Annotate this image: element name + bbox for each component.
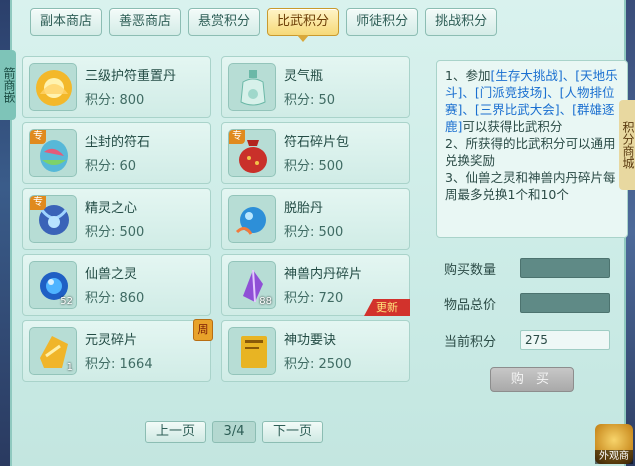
prev-page-button[interactable]: 上一页	[145, 421, 207, 443]
pagination: 上一页 3/4 下一页	[145, 421, 324, 443]
item-name: 元灵碎片	[85, 333, 138, 348]
orb-icon: 52	[29, 261, 77, 309]
gem-egg-icon: 专	[29, 129, 77, 177]
rules-panel: 1、参加[生存大挑战]、[天地乐斗]、[门派竞技场]、[人物排位赛]、[三界比武…	[436, 60, 628, 238]
item-name: 灵气瓶	[284, 69, 324, 84]
item-price: 积分: 1664	[85, 357, 153, 372]
current-points-row: 当前积分 275	[444, 330, 610, 350]
current-points-value: 275	[520, 330, 610, 350]
exclusive-badge: 专	[30, 196, 46, 210]
exclusive-badge: 专	[30, 130, 46, 144]
next-page-button[interactable]: 下一页	[262, 421, 324, 443]
side-tab-right[interactable]: 积分商城	[619, 100, 635, 190]
quantity-label: 购买数量	[444, 262, 497, 278]
item-card-spirit-heart[interactable]: 专 精灵之心 积分: 500	[22, 188, 211, 250]
tab-tournament-points[interactable]: 比武积分	[267, 8, 340, 42]
item-price: 积分: 720	[284, 291, 344, 306]
quantity-input[interactable]	[520, 258, 610, 278]
item-card-spirit-bottle[interactable]: 灵气瓶 积分: 50	[221, 56, 410, 118]
item-name: 尘封的符石	[85, 135, 151, 150]
weekly-badge: 周	[193, 319, 213, 341]
item-card-level3-reset-pill[interactable]: 三级护符重置丹 积分: 800	[22, 56, 211, 118]
item-name: 脱胎丹	[284, 201, 324, 216]
page-indicator: 3/4	[212, 421, 257, 443]
total-price-label: 物品总价	[444, 297, 497, 313]
side-tab-left[interactable]: 箭商嵌	[0, 50, 16, 120]
rule-2: 2、所获得的比武积分可以通用兑换奖励	[445, 136, 616, 168]
blue-orb-icon	[228, 195, 276, 243]
item-count: 1	[66, 362, 73, 373]
item-name: 精灵之心	[85, 201, 138, 216]
quantity-row: 购买数量	[444, 258, 610, 278]
shop-panel: 副本商店 善恶商店 悬赏积分 比武积分 师徒积分 挑战积分 三级护符重置丹 积分…	[10, 0, 628, 466]
item-price: 积分: 500	[85, 225, 145, 240]
item-name: 仙兽之灵	[85, 267, 138, 282]
rule-1-prefix: 1、参加	[445, 68, 491, 83]
appearance-shop-label: 外观商	[595, 450, 633, 464]
item-count: 52	[60, 296, 73, 307]
tab-bar: 副本商店 善恶商店 悬赏积分 比武积分 师徒积分 挑战积分	[30, 8, 498, 42]
item-card-immortal-beast-spirit[interactable]: 52 仙兽之灵 积分: 860	[22, 254, 211, 316]
exclusive-badge: 专	[229, 130, 245, 144]
spirit-heart-icon: 专	[29, 195, 77, 243]
item-price: 积分: 500	[284, 159, 344, 174]
gold-shard-icon: 1	[29, 327, 77, 375]
book-icon	[228, 327, 276, 375]
item-card-sealed-rune[interactable]: 专 尘封的符石 积分: 60	[22, 122, 211, 184]
current-points-label: 当前积分	[444, 334, 497, 350]
item-price: 积分: 800	[85, 93, 145, 108]
item-count: 88	[259, 296, 272, 307]
item-price: 积分: 860	[85, 291, 145, 306]
new-ribbon: 更新	[364, 299, 410, 316]
item-name: 神功要诀	[284, 333, 337, 348]
appearance-shop-icon[interactable]: 外观商	[595, 424, 633, 464]
total-price-row: 物品总价	[444, 293, 610, 313]
total-price-value	[520, 293, 610, 313]
item-price: 积分: 500	[284, 225, 344, 240]
tab-bounty-points[interactable]: 悬赏积分	[188, 8, 261, 36]
red-bag-icon: 专	[228, 129, 276, 177]
tab-challenge-points[interactable]: 挑战积分	[425, 8, 498, 36]
item-card-primal-spirit-fragment[interactable]: 1 元灵碎片 积分: 1664 周	[22, 319, 213, 382]
rule-1-suffix: 可以获得比武积分	[462, 119, 563, 134]
item-price: 积分: 60	[85, 159, 137, 174]
item-price: 积分: 2500	[284, 357, 352, 372]
item-name: 神兽内丹碎片	[284, 267, 363, 282]
buy-button[interactable]: 购 买	[490, 367, 574, 392]
crystal-icon: 88	[228, 261, 276, 309]
rule-3: 3、仙兽之灵和神兽内丹碎片每周最多兑换1个和10个	[445, 170, 616, 202]
lotus-pill-icon	[29, 63, 77, 111]
item-card-divine-skill-manual[interactable]: 神功要诀 积分: 2500	[221, 320, 410, 382]
tab-dungeon-shop[interactable]: 副本商店	[30, 8, 103, 36]
item-price: 积分: 50	[284, 93, 336, 108]
item-name: 符石碎片包	[284, 135, 350, 150]
tab-mentor-points[interactable]: 师徒积分	[346, 8, 419, 36]
item-name: 三级护符重置丹	[85, 69, 177, 84]
tab-karma-shop[interactable]: 善恶商店	[109, 8, 182, 36]
item-card-rebirth-pill[interactable]: 脱胎丹 积分: 500	[221, 188, 410, 250]
item-card-divine-beast-core-fragment[interactable]: 88 神兽内丹碎片 积分: 720 更新	[221, 254, 410, 316]
vase-icon	[228, 63, 276, 111]
item-card-rune-fragment-pack[interactable]: 专 符石碎片包 积分: 500	[221, 122, 410, 184]
